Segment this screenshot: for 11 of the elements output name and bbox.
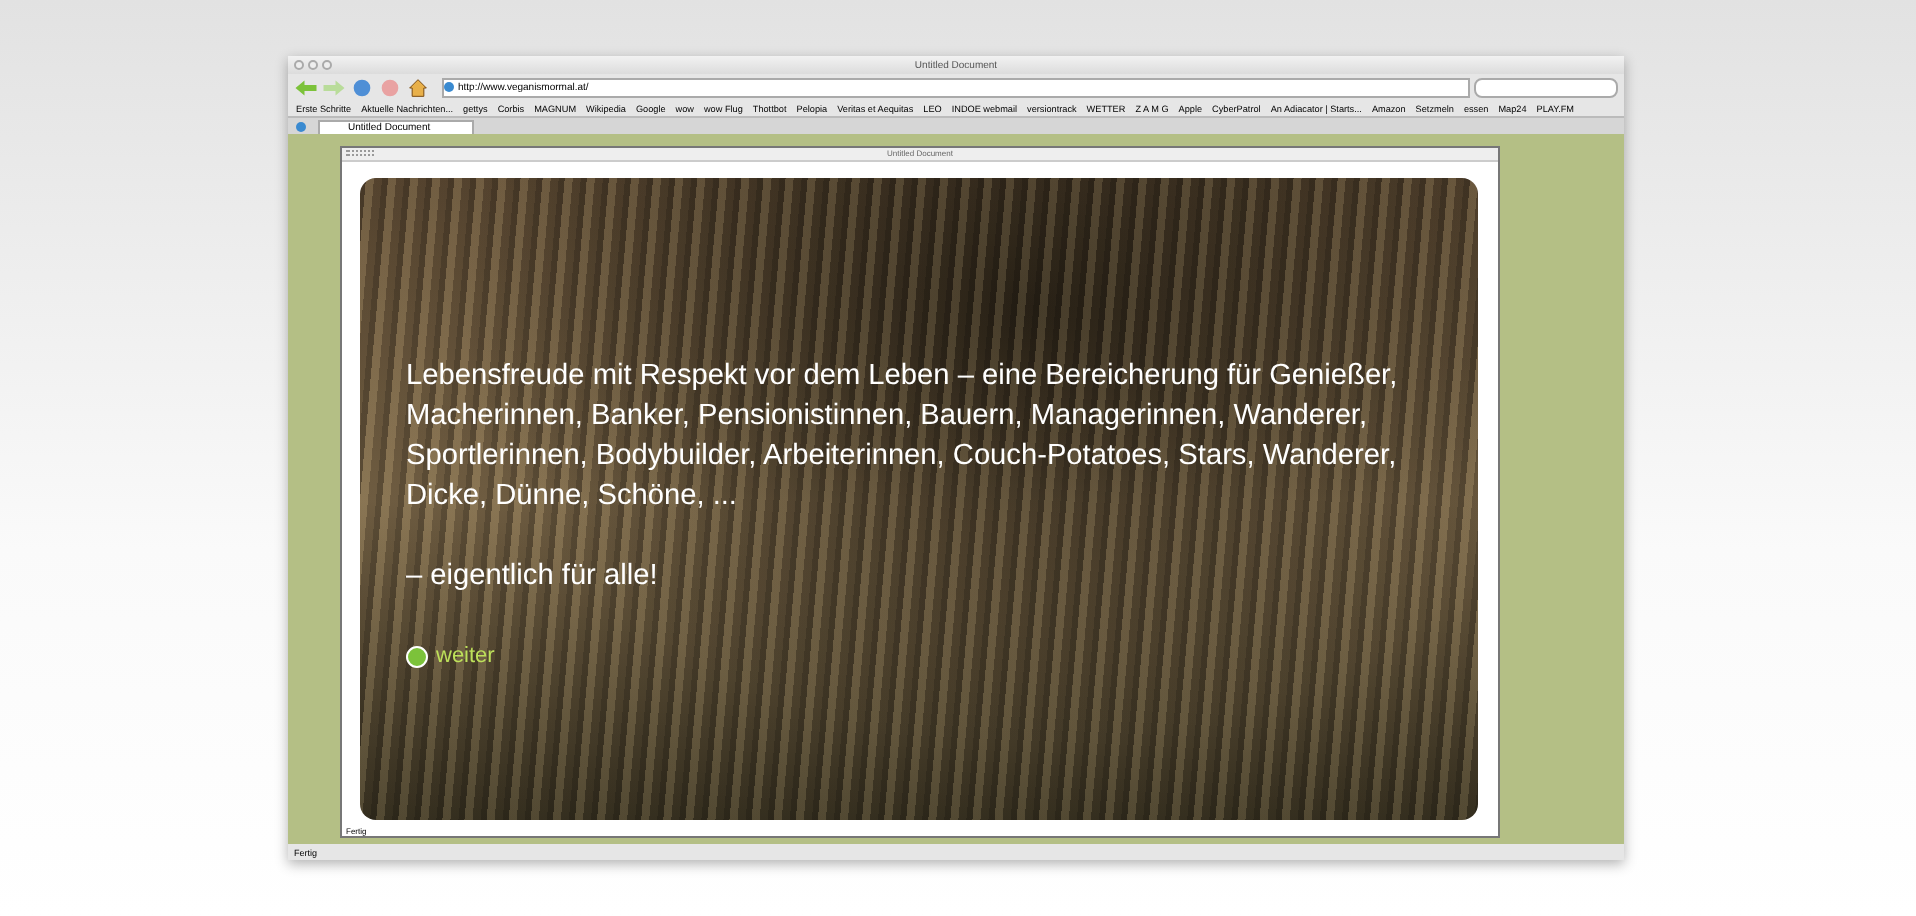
- next-link[interactable]: weiter: [406, 636, 1450, 676]
- forward-arrow-icon[interactable]: [322, 77, 346, 97]
- zoom-icon[interactable]: [322, 60, 332, 70]
- intro-paragraph: – eigentlich für alle!: [406, 558, 660, 596]
- intro-paragraph: Lebensfreude mit Respekt vor dem Leben – eine Bereicherung für Genießer, Macherinnen, Banker, Pensionistinnen, Bauern, Managerinnen, Wanderer, Sportlerinnen, Bodybuilder, Arbeiterinnen, Couch-Potatoes, Stars, Wanderer, Dicke, Dünne, Schöne, ...: [406, 358, 1400, 516]
- globe-icon: [296, 121, 306, 131]
- back-arrow-icon[interactable]: [294, 77, 318, 97]
- search-field[interactable]: [1474, 77, 1618, 97]
- minimize-icon[interactable]: [308, 60, 318, 70]
- home-icon[interactable]: [406, 77, 430, 97]
- close-icon[interactable]: [294, 60, 304, 70]
